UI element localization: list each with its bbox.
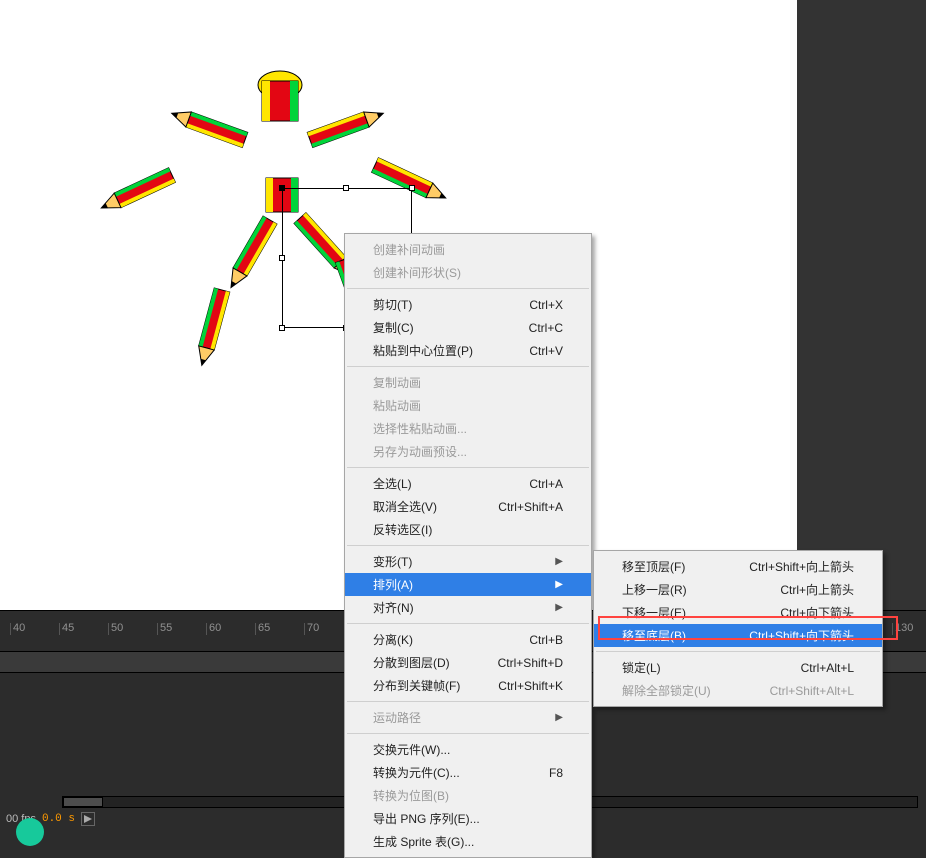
- menu-align[interactable]: 对齐(N)▶: [345, 596, 591, 619]
- ruler-tick: 130: [892, 623, 926, 635]
- play-button[interactable]: [81, 812, 95, 826]
- panel-gutter: [797, 0, 926, 610]
- submenu-arrow-icon: ▶: [555, 712, 563, 723]
- submenu-arrow-icon: ▶: [555, 556, 563, 567]
- menu-motion-path[interactable]: 运动路径▶: [345, 706, 591, 729]
- menu-save-motion-preset[interactable]: 另存为动画预设...: [345, 440, 591, 463]
- ruler-tick: 50: [108, 623, 157, 635]
- menu-create-shape-tween[interactable]: 创建补间形状(S): [345, 261, 591, 284]
- menu-cut[interactable]: 剪切(T)Ctrl+X: [345, 293, 591, 316]
- menu-distribute-keyframes[interactable]: 分布到关键帧(F)Ctrl+Shift+K: [345, 674, 591, 697]
- menu-paste-center[interactable]: 粘贴到中心位置(P)Ctrl+V: [345, 339, 591, 362]
- submenu-lock[interactable]: 锁定(L)Ctrl+Alt+L: [594, 656, 882, 679]
- time-label: 0.0 s: [42, 813, 75, 825]
- submenu-bring-front[interactable]: 移至顶层(F)Ctrl+Shift+向上箭头: [594, 555, 882, 578]
- ruler-tick: 60: [206, 623, 255, 635]
- menu-select-all[interactable]: 全选(L)Ctrl+A: [345, 472, 591, 495]
- ruler-tick: 40: [10, 623, 59, 635]
- menu-convert-bitmap[interactable]: 转换为位图(B): [345, 784, 591, 807]
- play-icon: [84, 815, 92, 823]
- menu-paste-motion-special[interactable]: 选择性粘贴动画...: [345, 417, 591, 440]
- submenu-send-back[interactable]: 移至底层(B)Ctrl+Shift+向下箭头: [594, 624, 882, 647]
- submenu-arrow-icon: ▶: [555, 579, 563, 590]
- submenu-arrow-icon: ▶: [555, 602, 563, 613]
- menu-create-motion-tween[interactable]: 创建补间动画: [345, 238, 591, 261]
- context-menu[interactable]: 创建补间动画 创建补间形状(S) 剪切(T)Ctrl+X 复制(C)Ctrl+C…: [344, 233, 592, 858]
- menu-convert-symbol[interactable]: 转换为元件(C)...F8: [345, 761, 591, 784]
- submenu-bring-forward[interactable]: 上移一层(R)Ctrl+向上箭头: [594, 578, 882, 601]
- arrange-submenu[interactable]: 移至顶层(F)Ctrl+Shift+向上箭头 上移一层(R)Ctrl+向上箭头 …: [593, 550, 883, 707]
- menu-distribute-layers[interactable]: 分散到图层(D)Ctrl+Shift+D: [345, 651, 591, 674]
- menu-swap-symbol[interactable]: 交换元件(W)...: [345, 738, 591, 761]
- menu-export-png[interactable]: 导出 PNG 序列(E)...: [345, 807, 591, 830]
- menu-arrange[interactable]: 排列(A)▶: [345, 573, 591, 596]
- timeline-status: 00 fps 0.0 s: [0, 808, 101, 830]
- ruler-tick: 45: [59, 623, 108, 635]
- submenu-send-backward[interactable]: 下移一层(E)Ctrl+向下箭头: [594, 601, 882, 624]
- menu-deselect-all[interactable]: 取消全选(V)Ctrl+Shift+A: [345, 495, 591, 518]
- menu-break-apart[interactable]: 分离(K)Ctrl+B: [345, 628, 591, 651]
- ruler-tick: 65: [255, 623, 304, 635]
- menu-copy-motion[interactable]: 复制动画: [345, 371, 591, 394]
- scrollbar-thumb[interactable]: [63, 797, 103, 807]
- menu-paste-motion[interactable]: 粘贴动画: [345, 394, 591, 417]
- menu-transform[interactable]: 变形(T)▶: [345, 550, 591, 573]
- menu-invert-selection[interactable]: 反转选区(I): [345, 518, 591, 541]
- menu-copy[interactable]: 复制(C)Ctrl+C: [345, 316, 591, 339]
- ruler-tick: 55: [157, 623, 206, 635]
- submenu-unlock-all[interactable]: 解除全部锁定(U)Ctrl+Shift+Alt+L: [594, 679, 882, 702]
